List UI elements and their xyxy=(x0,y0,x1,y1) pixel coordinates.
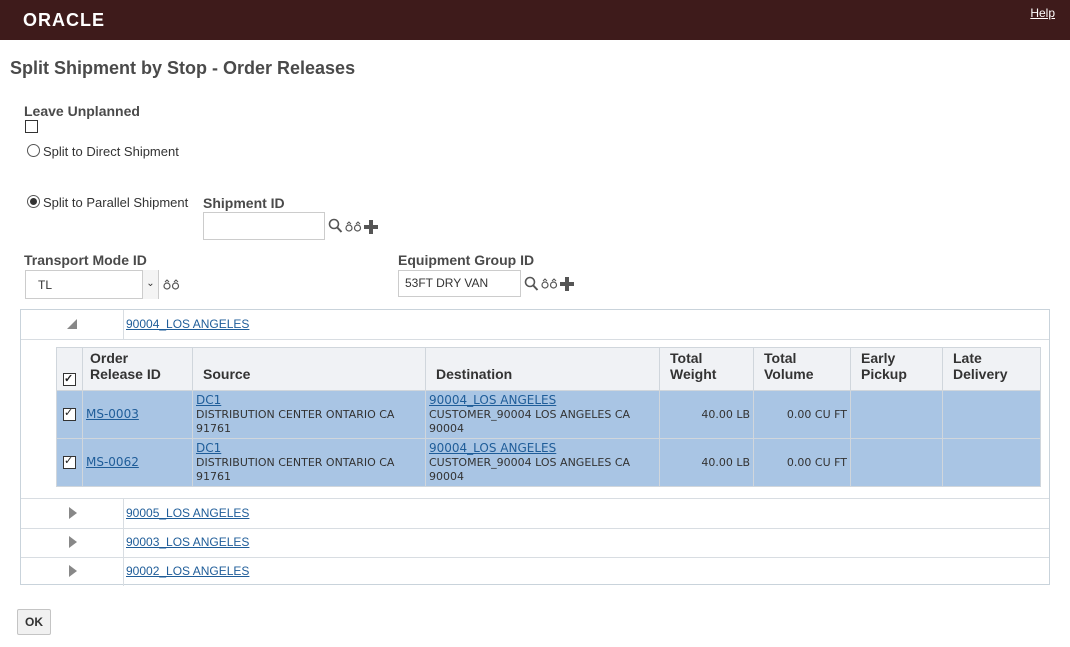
group-link[interactable]: 90003_LOS ANGELES xyxy=(126,535,249,549)
early-pickup-cell xyxy=(850,438,943,487)
select-all-cell xyxy=(56,347,83,391)
source-link[interactable]: DC1 xyxy=(196,393,221,407)
column-divider xyxy=(123,528,124,557)
top-bar: ORACLE Help xyxy=(0,0,1070,40)
header-late-delivery[interactable]: Late Delivery xyxy=(942,347,1041,391)
group-row: 90004_LOS ANGELES xyxy=(21,310,1049,340)
group-link[interactable]: 90004_LOS ANGELES xyxy=(126,317,249,331)
view-details-icon[interactable] xyxy=(541,278,558,290)
source-link[interactable]: DC1 xyxy=(196,441,221,455)
oracle-logo: ORACLE xyxy=(23,10,105,30)
total-weight-cell: 40.00 LB xyxy=(659,438,754,487)
split-direct-radio[interactable] xyxy=(27,144,40,157)
header-total-volume[interactable]: Total Volume xyxy=(753,347,851,391)
header-destination[interactable]: Destination xyxy=(425,347,660,391)
table-row[interactable]: MS-0003 DC1DISTRIBUTION CENTER ONTARIO C… xyxy=(56,390,1041,439)
expand-icon[interactable] xyxy=(69,565,77,577)
split-parallel-label: Split to Parallel Shipment xyxy=(43,195,189,210)
early-pickup-cell xyxy=(850,390,943,439)
late-delivery-cell xyxy=(942,390,1041,439)
total-volume-cell: 0.00 CU FT xyxy=(753,438,851,487)
view-details-icon[interactable] xyxy=(345,221,362,233)
transport-mode-label: Transport Mode ID xyxy=(24,252,147,268)
row-checkbox[interactable] xyxy=(63,406,76,421)
leave-unplanned-checkbox[interactable] xyxy=(25,120,38,133)
add-icon[interactable] xyxy=(560,277,574,291)
add-icon[interactable] xyxy=(364,220,378,234)
table-row[interactable]: MS-0062 DC1DISTRIBUTION CENTER ONTARIO C… xyxy=(56,438,1041,487)
destination-link[interactable]: 90004_LOS ANGELES xyxy=(429,441,556,455)
stops-tree-table: 90004_LOS ANGELES Order Release ID Sourc… xyxy=(20,309,1050,586)
table-header-row: Order Release ID Source Destination Tota… xyxy=(56,347,1041,391)
order-releases-table: Order Release ID Source Destination Tota… xyxy=(56,347,1041,487)
destination-cell: 90004_LOS ANGELES CUSTOMER_90004 LOS ANGE… xyxy=(425,438,660,487)
destination-text: CUSTOMER_90004 LOS ANGELES CA 90004 xyxy=(429,456,631,483)
destination-text: CUSTOMER_90004 LOS ANGELES CA 90004 xyxy=(429,408,631,435)
select-all-checkbox[interactable] xyxy=(63,371,76,387)
order-release-cell: MS-0003 xyxy=(82,390,193,439)
page-title: Split Shipment by Stop - Order Releases xyxy=(10,58,356,78)
expand-icon[interactable] xyxy=(69,536,77,548)
expand-icon[interactable] xyxy=(69,507,77,519)
row-select-cell xyxy=(56,438,83,487)
total-weight-cell: 40.00 LB xyxy=(659,390,754,439)
order-release-link[interactable]: MS-0003 xyxy=(86,407,139,421)
header-order-release-id[interactable]: Order Release ID xyxy=(82,347,193,391)
ok-button[interactable]: OK xyxy=(17,609,51,635)
column-divider xyxy=(123,557,124,586)
row-select-cell xyxy=(56,390,83,439)
search-icon[interactable] xyxy=(328,218,343,234)
equipment-group-input[interactable]: 53FT DRY VAN xyxy=(398,270,521,297)
header-source[interactable]: Source xyxy=(192,347,426,391)
destination-cell: 90004_LOS ANGELES CUSTOMER_90004 LOS ANGE… xyxy=(425,390,660,439)
split-direct-label: Split to Direct Shipment xyxy=(43,144,179,159)
transport-mode-select[interactable]: TL xyxy=(25,270,159,299)
source-cell: DC1 DISTRIBUTION CENTER ONTARIO CA 91761 xyxy=(192,390,426,439)
header-early-pickup[interactable]: Early Pickup xyxy=(850,347,943,391)
equipment-group-label: Equipment Group ID xyxy=(398,252,535,268)
destination-link[interactable]: 90004_LOS ANGELES xyxy=(429,393,556,407)
group-row: 90002_LOS ANGELES xyxy=(21,557,1049,586)
order-release-cell: MS-0062 xyxy=(82,438,193,487)
transport-mode-value: TL xyxy=(38,278,53,292)
group-row: 90005_LOS ANGELES xyxy=(21,498,1049,529)
header-total-weight[interactable]: Total Weight xyxy=(659,347,754,391)
split-parallel-radio[interactable] xyxy=(27,195,40,208)
shipment-id-label: Shipment ID xyxy=(203,195,285,211)
leave-unplanned-label: Leave Unplanned xyxy=(24,103,140,119)
late-delivery-cell xyxy=(942,438,1041,487)
source-text: DISTRIBUTION CENTER ONTARIO CA 91761 xyxy=(196,456,395,483)
order-release-link[interactable]: MS-0062 xyxy=(86,455,139,469)
row-checkbox[interactable] xyxy=(63,454,76,469)
source-cell: DC1 DISTRIBUTION CENTER ONTARIO CA 91761 xyxy=(192,438,426,487)
group-row: 90003_LOS ANGELES xyxy=(21,528,1049,558)
column-divider xyxy=(123,310,124,339)
help-link[interactable]: Help xyxy=(1030,6,1055,20)
chevron-down-icon[interactable]: ⌄ xyxy=(142,270,158,299)
collapse-icon[interactable] xyxy=(67,319,77,329)
view-details-icon[interactable] xyxy=(163,279,180,291)
total-volume-cell: 0.00 CU FT xyxy=(753,390,851,439)
search-icon[interactable] xyxy=(524,276,539,292)
column-divider xyxy=(123,499,124,528)
shipment-id-input[interactable] xyxy=(203,212,325,240)
group-link[interactable]: 90005_LOS ANGELES xyxy=(126,506,249,520)
group-link[interactable]: 90002_LOS ANGELES xyxy=(126,564,249,578)
source-text: DISTRIBUTION CENTER ONTARIO CA 91761 xyxy=(196,408,395,435)
